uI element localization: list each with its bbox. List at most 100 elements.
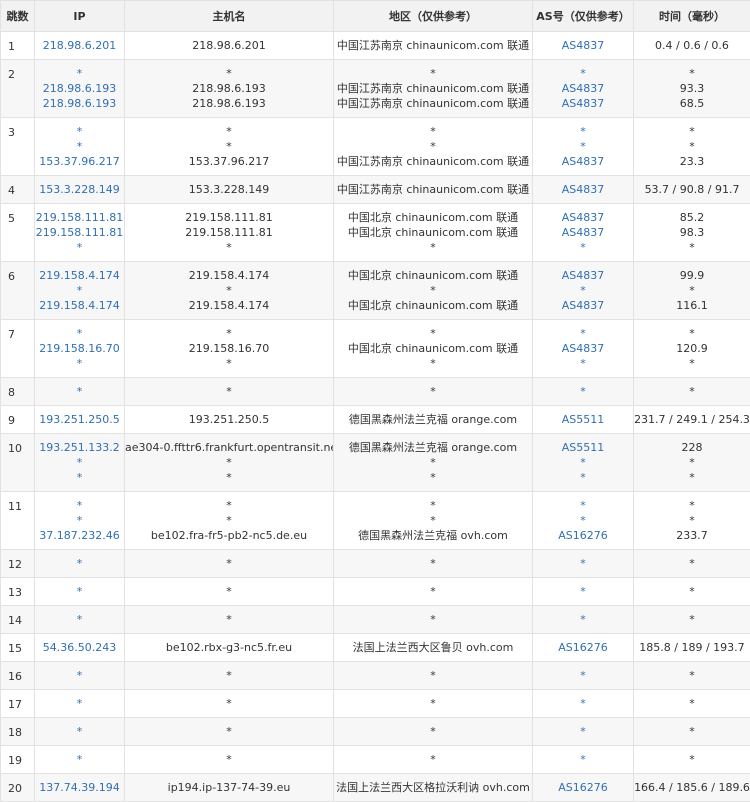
ip-cell-value[interactable]: 137.74.39.194	[35, 780, 124, 795]
ip-cell-value[interactable]: 218.98.6.193	[35, 96, 124, 111]
as-cell-value[interactable]: AS4837	[533, 96, 633, 111]
as-cell-value[interactable]: AS4837	[533, 182, 633, 197]
hop-cell: 4	[1, 176, 35, 204]
ip-cell-value: *	[35, 668, 124, 683]
ip-cell-value[interactable]: 219.158.16.70	[35, 341, 124, 356]
time-cell-value: 93.3	[634, 81, 750, 96]
time-cell-value: 0.4 / 0.6 / 0.6	[634, 38, 750, 53]
as-cell-value[interactable]: AS5511	[533, 412, 633, 427]
ip-cell: *	[35, 606, 125, 634]
as-cell: AS4837	[533, 32, 634, 60]
ip-cell: **37.187.232.46	[35, 492, 125, 550]
ip-cell-value[interactable]: 218.98.6.201	[35, 38, 124, 53]
time-cell: *	[634, 578, 750, 606]
as-cell-value: *	[533, 356, 633, 371]
hop-cell: 5	[1, 204, 35, 262]
ip-cell-value: *	[35, 470, 124, 485]
table-row: 5219.158.111.81219.158.111.81*219.158.11…	[1, 204, 750, 262]
time-cell-value: *	[634, 283, 750, 298]
traceroute-table: 跳数 IP 主机名 地区（仅供参考） AS号（仅供参考） 时间（毫秒） 1218…	[0, 0, 750, 802]
as-cell-value: *	[533, 696, 633, 711]
table-row: 11**37.187.232.46**be102.fra-fr5-pb2-nc5…	[1, 492, 750, 550]
as-cell: *	[533, 746, 634, 774]
header-time: 时间（毫秒）	[634, 1, 750, 32]
hostname-cell-value: 219.158.4.174	[125, 268, 333, 283]
hostname-cell: ae304-0.ffttr6.frankfurt.opentransit.net…	[125, 434, 334, 492]
table-row: 9193.251.250.5193.251.250.5德国黑森州法兰克福 ora…	[1, 406, 750, 434]
as-cell: *	[533, 718, 634, 746]
as-cell: AS5511	[533, 406, 634, 434]
ip-cell-value: *	[35, 498, 124, 513]
table-row: 12*****	[1, 550, 750, 578]
hostname-cell: be102.rbx-g3-nc5.fr.eu	[125, 634, 334, 662]
hostname-cell: ip194.ip-137-74-39.eu	[125, 774, 334, 802]
ip-cell: *	[35, 550, 125, 578]
ip-cell-value[interactable]: 153.37.96.217	[35, 154, 124, 169]
hostname-cell: 193.251.250.5	[125, 406, 334, 434]
as-cell-value[interactable]: AS16276	[533, 528, 633, 543]
as-cell-value[interactable]: AS4837	[533, 268, 633, 283]
as-cell-value[interactable]: AS4837	[533, 210, 633, 225]
as-cell-value[interactable]: AS5511	[533, 440, 633, 455]
hostname-cell: 219.158.111.81219.158.111.81*	[125, 204, 334, 262]
ip-cell-value[interactable]: 193.251.250.5	[35, 412, 124, 427]
time-cell-value: *	[634, 66, 750, 81]
ip-cell-value: *	[35, 356, 124, 371]
hop-cell: 3	[1, 118, 35, 176]
region-cell: *	[334, 550, 533, 578]
ip-cell-value[interactable]: 193.251.133.2	[35, 440, 124, 455]
time-cell-value: 98.3	[634, 225, 750, 240]
hostname-cell-value: *	[125, 612, 333, 627]
as-cell-value[interactable]: AS4837	[533, 81, 633, 96]
region-cell: *	[334, 578, 533, 606]
as-cell-value[interactable]: AS16276	[533, 780, 633, 795]
as-cell-value[interactable]: AS4837	[533, 298, 633, 313]
ip-cell-value[interactable]: 219.158.111.81	[35, 225, 124, 240]
as-cell-value[interactable]: AS4837	[533, 38, 633, 53]
ip-cell-value[interactable]: 219.158.4.174	[35, 298, 124, 313]
ip-cell-value: *	[35, 584, 124, 599]
ip-cell: 153.3.228.149	[35, 176, 125, 204]
hostname-cell-value: *	[125, 240, 333, 255]
time-cell: *93.368.5	[634, 60, 750, 118]
time-cell-value: 68.5	[634, 96, 750, 111]
as-cell-value[interactable]: AS4837	[533, 225, 633, 240]
time-cell-value: *	[634, 470, 750, 485]
region-cell: **德国黑森州法兰克福 ovh.com	[334, 492, 533, 550]
ip-cell-value: *	[35, 384, 124, 399]
hop-cell: 14	[1, 606, 35, 634]
as-cell-value[interactable]: AS16276	[533, 640, 633, 655]
time-cell-value: *	[634, 139, 750, 154]
hop-cell: 11	[1, 492, 35, 550]
ip-cell-value[interactable]: 219.158.4.174	[35, 268, 124, 283]
ip-cell-value: *	[35, 66, 124, 81]
ip-cell: 219.158.4.174*219.158.4.174	[35, 262, 125, 320]
as-cell-value[interactable]: AS4837	[533, 341, 633, 356]
time-cell: **23.3	[634, 118, 750, 176]
time-cell-value: 166.4 / 185.6 / 189.6	[634, 780, 750, 795]
region-cell: *中国江苏南京 chinaunicom.com 联通中国江苏南京 chinaun…	[334, 60, 533, 118]
time-cell: 231.7 / 249.1 / 254.3	[634, 406, 750, 434]
as-cell-value: *	[533, 556, 633, 571]
ip-cell-value[interactable]: 219.158.111.81	[35, 210, 124, 225]
ip-cell-value[interactable]: 37.187.232.46	[35, 528, 124, 543]
ip-cell-value: *	[35, 139, 124, 154]
ip-cell-value[interactable]: 153.3.228.149	[35, 182, 124, 197]
as-cell-value: *	[533, 724, 633, 739]
region-cell-value: 德国黑森州法兰克福 ovh.com	[334, 528, 532, 543]
as-cell-value: *	[533, 139, 633, 154]
ip-cell-value: *	[35, 724, 124, 739]
ip-cell: 219.158.111.81219.158.111.81*	[35, 204, 125, 262]
ip-cell-value[interactable]: 218.98.6.193	[35, 81, 124, 96]
as-cell-value[interactable]: AS4837	[533, 154, 633, 169]
hostname-cell-value: *	[125, 139, 333, 154]
as-cell-value: *	[533, 326, 633, 341]
as-cell: AS16276	[533, 774, 634, 802]
header-hop: 跳数	[1, 1, 35, 32]
region-cell: 中国北京 chinaunicom.com 联通*中国北京 chinaunicom…	[334, 262, 533, 320]
header-ip: IP	[35, 1, 125, 32]
table-row: 6219.158.4.174*219.158.4.174219.158.4.17…	[1, 262, 750, 320]
ip-cell-value[interactable]: 54.36.50.243	[35, 640, 124, 655]
hop-cell: 15	[1, 634, 35, 662]
hostname-cell-value: *	[125, 556, 333, 571]
